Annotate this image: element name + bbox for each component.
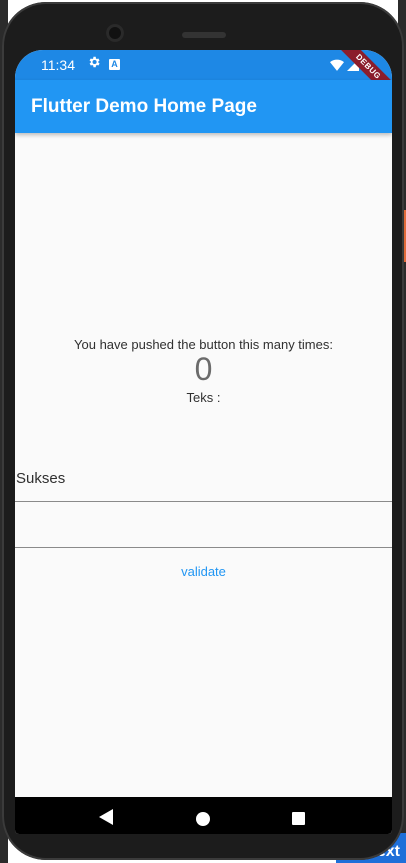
back-icon[interactable] [99,809,113,830]
home-icon[interactable] [196,812,210,826]
recents-icon[interactable] [292,812,305,825]
app-bar: Flutter Demo Home Page [15,80,392,133]
system-nav-bar [15,797,392,834]
accessibility-icon: A [109,59,120,70]
text-field-1[interactable]: Sukses [15,453,392,502]
settings-icon [87,55,101,72]
status-time: 11:34 [41,57,75,73]
device-screen: 11:34 A DEBUG Flutter Demo Home Page You… [15,50,392,834]
camera-icon [106,24,124,42]
text-field-2[interactable] [15,503,392,548]
teks-label: Teks : [186,390,221,405]
status-bar: 11:34 A DEBUG [15,50,392,108]
phone-frame: 11:34 A DEBUG Flutter Demo Home Page You… [2,2,404,860]
main-content: You have pushed the button this many tim… [15,133,392,834]
text-field-1-value: Sukses [16,470,66,487]
app-title: Flutter Demo Home Page [31,96,257,117]
validate-button[interactable]: validate [15,564,392,579]
pushed-label: You have pushed the button this many tim… [74,337,333,352]
speaker-grille [182,32,226,38]
wifi-icon [330,58,344,76]
counter-value: 0 [194,351,213,387]
